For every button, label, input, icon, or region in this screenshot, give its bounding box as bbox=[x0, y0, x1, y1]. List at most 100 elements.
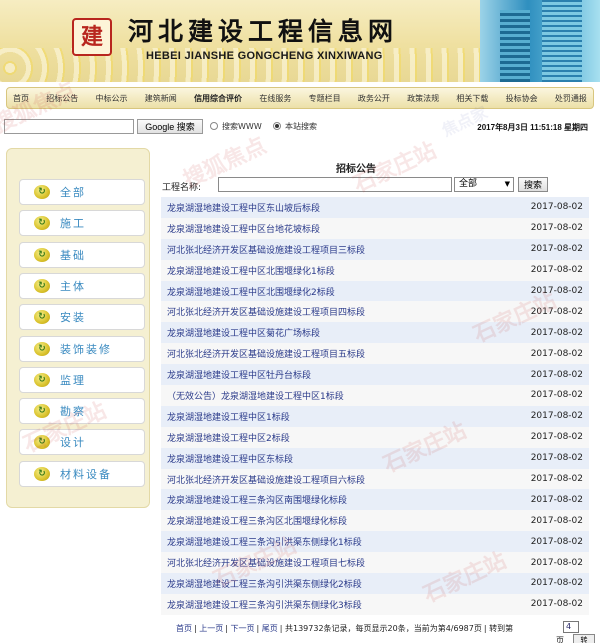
refresh-icon: ↻ bbox=[34, 247, 50, 262]
sidebar-item[interactable]: ↻ 装饰装修 bbox=[19, 335, 145, 362]
sidebar-item[interactable]: ↻ 安装 bbox=[19, 304, 145, 331]
sidebar-item[interactable]: ↻ 材料设备 bbox=[19, 460, 145, 487]
notice-title-link[interactable]: 龙泉湖湿地建设工程中区北围堰绿化1标段 bbox=[167, 264, 335, 277]
notice-row[interactable]: 龙泉湖湿地建设工程三条沟引洪渠东侧绿化1标段 2017-08-02 bbox=[161, 531, 589, 553]
category-select-value: 全部 bbox=[459, 179, 478, 189]
notice-row[interactable]: 河北张北经济开发区基础设施建设工程项目三标段 2017-08-02 bbox=[161, 238, 589, 260]
search-button[interactable]: 搜索 bbox=[518, 177, 548, 192]
notice-date: 2017-08-02 bbox=[530, 306, 583, 317]
search-bar: Google 搜索 搜索WWW 本站搜索 2017年8月3日 11:51:18 … bbox=[0, 119, 600, 135]
sidebar-item[interactable]: ↻ 监理 bbox=[19, 366, 145, 393]
nav-item[interactable]: 专题栏目 bbox=[309, 93, 341, 104]
pager-last[interactable]: 尾页 bbox=[262, 624, 278, 633]
notice-title-link[interactable]: 龙泉湖湿地建设工程中区台地花坡标段 bbox=[167, 222, 320, 235]
pager-first[interactable]: 首页 bbox=[176, 624, 192, 633]
notice-row[interactable]: 龙泉湖湿地建设工程中区东山坡后标段 2017-08-02 bbox=[161, 197, 589, 218]
sidebar-item[interactable]: ↻ 全部 bbox=[19, 179, 145, 205]
nav-item[interactable]: 在线服务 bbox=[259, 93, 291, 104]
sidebar-item[interactable]: ↻ 勘察 bbox=[19, 398, 145, 425]
notice-row[interactable]: 龙泉湖湿地建设工程三条沟区南围堰绿化标段 2017-08-02 bbox=[161, 489, 589, 511]
nav-item[interactable]: 招标公告 bbox=[46, 93, 78, 104]
pagination: 首页 | 上一页 | 下一页 | 尾页 | 共139732条记录，每页显示20条，当前为… bbox=[176, 624, 514, 633]
notice-row[interactable]: 龙泉湖湿地建设工程三条沟区北围堰绿化标段 2017-08-02 bbox=[161, 510, 589, 532]
nav-item[interactable]: 首页 bbox=[13, 93, 29, 104]
sidebar-item[interactable]: ↻ 基础 bbox=[19, 241, 145, 268]
notice-row[interactable]: 龙泉湖湿地建设工程三条沟引洪渠东侧绿化2标段 2017-08-02 bbox=[161, 573, 589, 594]
nav-item[interactable]: 中标公示 bbox=[96, 93, 128, 104]
category-select[interactable]: 全部 ▼ bbox=[454, 177, 514, 192]
nav-item[interactable]: 处罚通报 bbox=[555, 93, 587, 104]
page-title: 招标公告 bbox=[336, 164, 376, 175]
notice-title-link[interactable]: 河北张北经济开发区基础设施建设工程项目五标段 bbox=[167, 347, 365, 360]
notice-title-link[interactable]: 龙泉湖湿地建设工程三条沟引洪渠东侧绿化3标段 bbox=[167, 598, 362, 611]
nav-item[interactable]: 信用综合评价 bbox=[194, 93, 242, 104]
project-name-input[interactable] bbox=[218, 177, 452, 192]
notice-row[interactable]: 河北张北经济开发区基础设施建设工程项目五标段 2017-08-02 bbox=[161, 343, 589, 365]
sidebar-item-label: 装饰装修 bbox=[60, 342, 112, 356]
sidebar-item[interactable]: ↻ 主体 bbox=[19, 272, 145, 299]
sidebar-item-label: 勘察 bbox=[60, 405, 86, 419]
refresh-icon: ↻ bbox=[34, 341, 50, 356]
nav-item[interactable]: 政策法规 bbox=[407, 93, 439, 104]
chevron-down-icon: ▼ bbox=[504, 180, 510, 188]
notice-title-link[interactable]: 龙泉湖湿地建设工程中区北围堰绿化2标段 bbox=[167, 285, 335, 298]
notice-row[interactable]: 龙泉湖湿地建设工程中区台地花坡标段 2017-08-02 bbox=[161, 217, 589, 239]
notice-title-link[interactable]: 龙泉湖湿地建设工程中区东标段 bbox=[167, 452, 293, 465]
notice-title-link[interactable]: 龙泉湖湿地建设工程中区1标段 bbox=[167, 410, 290, 423]
nav-item[interactable]: 相关下载 bbox=[456, 93, 488, 104]
notice-list: 龙泉湖湿地建设工程中区东山坡后标段 2017-08-02 龙泉湖湿地建设工程中区台地… bbox=[161, 197, 589, 615]
notice-date: 2017-08-02 bbox=[530, 494, 583, 505]
category-sidebar: ↻ 全部 ↻ 施工 ↻ 基础 ↻ 主体 ↻ 安装 ↻ 装饰装修 ↻ 监理 ↻ 勘察 ↻ 设计 ↻ 材料设备 bbox=[6, 148, 150, 508]
refresh-icon: ↻ bbox=[34, 372, 50, 387]
nav-item[interactable]: 政务公开 bbox=[358, 93, 390, 104]
notice-row[interactable]: 河北张北经济开发区基础设施建设工程项目七标段 2017-08-02 bbox=[161, 552, 589, 574]
notice-row[interactable]: 龙泉湖湿地建设工程中区牡丹台标段 2017-08-02 bbox=[161, 364, 589, 386]
notice-row[interactable]: 龙泉湖湿地建设工程三条沟引洪渠东侧绿化3标段 2017-08-02 bbox=[161, 593, 589, 615]
notice-title-link[interactable]: 河北张北经济开发区基础设施建设工程项目三标段 bbox=[167, 243, 365, 256]
notice-row[interactable]: 河北张北经济开发区基础设施建设工程项目六标段 2017-08-02 bbox=[161, 468, 589, 490]
notice-title-link[interactable]: 河北张北经济开发区基础设施建设工程项目四标段 bbox=[167, 305, 365, 318]
notice-row[interactable]: 龙泉湖湿地建设工程中区北围堰绿化1标段 2017-08-02 bbox=[161, 259, 589, 281]
pager-next[interactable]: 下一页 bbox=[231, 624, 255, 633]
refresh-icon: ↻ bbox=[34, 216, 50, 231]
sidebar-item-label: 全部 bbox=[60, 186, 86, 199]
notice-title-link[interactable]: （无效公告）龙泉湖湿地建设工程中区1标段 bbox=[167, 389, 344, 402]
sidebar-item[interactable]: ↻ 设计 bbox=[19, 429, 145, 456]
pager-go-button[interactable]: 转 bbox=[573, 634, 595, 643]
refresh-icon: ↻ bbox=[34, 310, 50, 325]
pager-goto-tail: 页 bbox=[556, 636, 564, 643]
site-logo[interactable]: 建 bbox=[72, 18, 112, 56]
notice-title-link[interactable]: 龙泉湖湿地建设工程中区2标段 bbox=[167, 431, 290, 444]
refresh-icon: ↻ bbox=[34, 278, 50, 293]
notice-title-link[interactable]: 龙泉湖湿地建设工程三条沟引洪渠东侧绿化2标段 bbox=[167, 577, 362, 590]
notice-title-link[interactable]: 龙泉湖湿地建设工程中区东山坡后标段 bbox=[167, 201, 320, 214]
notice-date: 2017-08-02 bbox=[530, 474, 583, 485]
nav-item[interactable]: 建筑新闻 bbox=[145, 93, 177, 104]
notice-row[interactable]: 龙泉湖湿地建设工程中区北围堰绿化2标段 2017-08-02 bbox=[161, 280, 589, 302]
sidebar-item[interactable]: ↻ 施工 bbox=[19, 210, 145, 237]
notice-row[interactable]: （无效公告）龙泉湖湿地建设工程中区1标段 2017-08-02 bbox=[161, 385, 589, 406]
notice-row[interactable]: 河北张北经济开发区基础设施建设工程项目四标段 2017-08-02 bbox=[161, 301, 589, 323]
notice-date: 2017-08-02 bbox=[530, 557, 583, 568]
notice-date: 2017-08-02 bbox=[530, 348, 583, 359]
pager-prev[interactable]: 上一页 bbox=[199, 624, 223, 633]
notice-title-link[interactable]: 河北张北经济开发区基础设施建设工程项目六标段 bbox=[167, 473, 365, 486]
google-search-button[interactable]: Google 搜索 bbox=[137, 119, 203, 134]
notice-row[interactable]: 龙泉湖湿地建设工程中区东标段 2017-08-02 bbox=[161, 447, 589, 469]
nav-item[interactable]: 投标协会 bbox=[506, 93, 538, 104]
notice-row[interactable]: 龙泉湖湿地建设工程中区菊花广场标段 2017-08-02 bbox=[161, 322, 589, 344]
page-number-input[interactable]: 4 bbox=[563, 621, 579, 633]
notice-title-link[interactable]: 龙泉湖湿地建设工程三条沟引洪渠东侧绿化1标段 bbox=[167, 535, 362, 548]
notice-title-link[interactable]: 龙泉湖湿地建设工程中区菊花广场标段 bbox=[167, 326, 320, 339]
radio-search-site[interactable] bbox=[273, 122, 281, 130]
notice-row[interactable]: 龙泉湖湿地建设工程中区2标段 2017-08-02 bbox=[161, 426, 589, 448]
notice-title-link[interactable]: 龙泉湖湿地建设工程中区牡丹台标段 bbox=[167, 368, 311, 381]
notice-title-link[interactable]: 龙泉湖湿地建设工程三条沟区北围堰绿化标段 bbox=[167, 514, 347, 527]
notice-date: 2017-08-02 bbox=[530, 453, 583, 464]
notice-row[interactable]: 龙泉湖湿地建设工程中区1标段 2017-08-02 bbox=[161, 405, 589, 427]
radio-search-www[interactable] bbox=[210, 122, 218, 130]
google-search-input[interactable] bbox=[4, 119, 134, 134]
project-name-label: 工程名称: bbox=[162, 183, 202, 193]
notice-title-link[interactable]: 河北张北经济开发区基础设施建设工程项目七标段 bbox=[167, 556, 365, 569]
notice-title-link[interactable]: 龙泉湖湿地建设工程三条沟区南围堰绿化标段 bbox=[167, 493, 347, 506]
